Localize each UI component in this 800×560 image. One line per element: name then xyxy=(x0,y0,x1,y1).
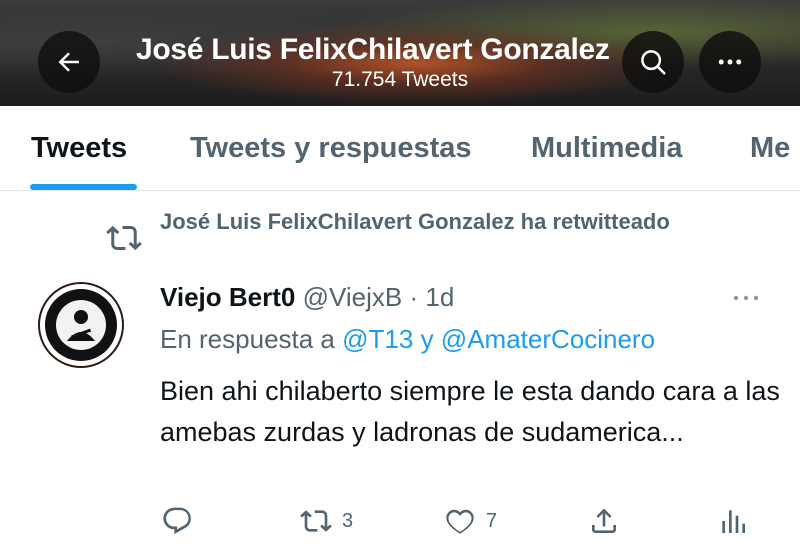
more-options-button[interactable] xyxy=(699,31,761,93)
reply-icon xyxy=(163,507,191,535)
retweet-icon xyxy=(106,225,142,251)
tweet-author-line: Viejo Bert0 @ViejxB · 1d xyxy=(160,282,454,313)
like-button[interactable]: 7 xyxy=(444,505,497,537)
reply-prefix: En respuesta a xyxy=(160,324,335,354)
author-handle[interactable]: @ViejxB xyxy=(303,282,403,312)
anti-communist-logo xyxy=(46,290,116,360)
author-name[interactable]: Viejo Bert0 xyxy=(160,282,295,312)
tweet-text[interactable]: Bien ahi chilaberto siempre le esta dand… xyxy=(160,371,780,453)
separator-dot: · xyxy=(409,282,419,312)
tweet-timestamp[interactable]: 1d xyxy=(425,282,454,312)
tab-tweets-replies[interactable]: Tweets y respuestas xyxy=(190,132,472,165)
more-horizontal-icon xyxy=(718,59,742,65)
reply-button[interactable] xyxy=(161,505,193,537)
retweet-button[interactable]: 3 xyxy=(300,505,353,537)
tab-likes[interactable]: Me xyxy=(750,132,790,165)
reply-context: En respuesta a @T13 y @AmaterCocinero xyxy=(160,324,655,355)
search-icon xyxy=(641,50,666,75)
share-button[interactable] xyxy=(588,505,620,537)
tweet-more-icon[interactable] xyxy=(732,292,760,304)
share-icon xyxy=(592,508,616,533)
analytics-button[interactable] xyxy=(717,505,749,537)
search-button[interactable] xyxy=(622,31,684,93)
analytics-icon xyxy=(722,510,745,533)
reply-mention-link[interactable]: @AmaterCocinero xyxy=(441,324,655,354)
avatar-image xyxy=(45,289,117,361)
active-tab-indicator xyxy=(30,184,137,190)
reply-mention-link[interactable]: @T13 xyxy=(342,324,413,354)
profile-title: José Luis FelixChilavert Gonzalez xyxy=(136,33,610,66)
profile-header: José Luis FelixChilavert Gonzalez 71.754… xyxy=(0,0,800,106)
profile-tabs: Tweets Tweets y respuestas Multimedia Me xyxy=(0,106,800,191)
retweet-icon xyxy=(300,510,332,532)
heart-icon xyxy=(446,509,474,534)
retweet-count: 3 xyxy=(342,509,354,532)
reply-joiner: y xyxy=(420,324,434,354)
avatar[interactable] xyxy=(38,282,124,368)
tab-tweets[interactable]: Tweets xyxy=(31,132,127,165)
tab-media[interactable]: Multimedia xyxy=(531,132,682,165)
retweet-notice[interactable]: José Luis FelixChilavert Gonzalez ha ret… xyxy=(160,206,720,237)
like-count: 7 xyxy=(486,509,498,532)
